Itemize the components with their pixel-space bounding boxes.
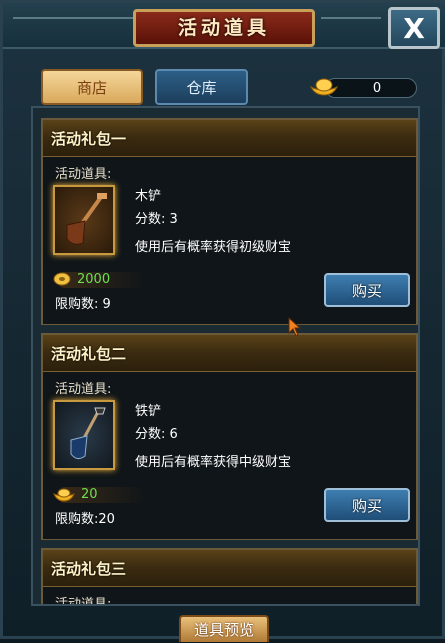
item-score: 分数: 3 [135, 212, 178, 227]
tab-shop-label: 商店 [76, 78, 107, 97]
pack-card: 活动礼包二 活动道具: 铁铲 分数: 6 使用后有概率获得中级财宝 20 限购数… [41, 333, 418, 540]
item-preview-button[interactable]: 道具预览 [179, 615, 269, 642]
items-label: 活动道具: [55, 597, 112, 606]
item-description: 使用后有概率获得中级财宝 [135, 455, 292, 470]
items-label: 活动道具: [55, 167, 112, 182]
cursor-icon [288, 317, 302, 337]
item-name: 木铲 [135, 189, 162, 204]
pack-card: 活动礼包三 活动道具: [41, 548, 418, 606]
pack-list[interactable]: 活动礼包一 活动道具: 木铲 分数: 3 使用后有概率获得初级财宝 2000 限… [31, 106, 420, 606]
pack-title: 活动礼包二 [43, 335, 416, 372]
price-value: 20 [81, 486, 98, 502]
item-score: 分数: 6 [135, 427, 178, 442]
gold-ingot-icon [309, 78, 339, 96]
wooden-shovel-icon [66, 193, 107, 245]
tab-warehouse[interactable]: 仓库 [155, 69, 248, 105]
item-preview-label: 道具预览 [193, 621, 254, 639]
title-ornament-left [13, 17, 133, 19]
purchase-limit: 限购数: 9 [55, 297, 111, 312]
buy-button[interactable]: 购买 [324, 488, 410, 522]
pack-body: 活动道具: 铁铲 分数: 6 使用后有概率获得中级财宝 20 限购数:20 购买 [43, 372, 416, 539]
currency-display: 0 [309, 73, 417, 101]
title-ornament-right [321, 17, 381, 19]
price-row: 2000 [53, 270, 147, 288]
pack-title: 活动礼包三 [43, 550, 416, 587]
window-title-text: 活动道具 [177, 17, 270, 39]
price-row: 20 [53, 485, 147, 503]
buy-button[interactable]: 购买 [324, 273, 410, 307]
iron-shovel-icon [70, 407, 106, 460]
event-items-window: 活动道具 X 商店 仓库 0 活动礼包一 活动道具: 木铲 分数: 3 使用后有… [0, 0, 445, 642]
close-button[interactable]: X [388, 7, 440, 49]
item-description: 使用后有概率获得初级财宝 [135, 240, 292, 255]
gold-ingot-icon [53, 488, 75, 502]
window-title: 活动道具 [133, 9, 315, 47]
buy-button-label: 购买 [351, 281, 382, 300]
items-label: 活动道具: [55, 382, 112, 397]
pack-body: 活动道具: 木铲 分数: 3 使用后有概率获得初级财宝 2000 限购数: 9 … [43, 157, 416, 324]
item-slot[interactable] [53, 400, 115, 470]
buy-button-label: 购买 [351, 496, 382, 515]
close-icon: X [403, 11, 425, 45]
tab-warehouse-label: 仓库 [186, 78, 217, 97]
purchase-limit: 限购数:20 [55, 512, 115, 527]
item-slot[interactable] [53, 185, 115, 255]
item-name: 铁铲 [135, 404, 162, 419]
coin-icon [53, 272, 71, 286]
pack-title: 活动礼包一 [43, 120, 416, 157]
pack-body: 活动道具: [43, 587, 416, 606]
tab-shop[interactable]: 商店 [41, 69, 143, 105]
price-value: 2000 [77, 271, 111, 287]
pack-card: 活动礼包一 活动道具: 木铲 分数: 3 使用后有概率获得初级财宝 2000 限… [41, 118, 418, 325]
